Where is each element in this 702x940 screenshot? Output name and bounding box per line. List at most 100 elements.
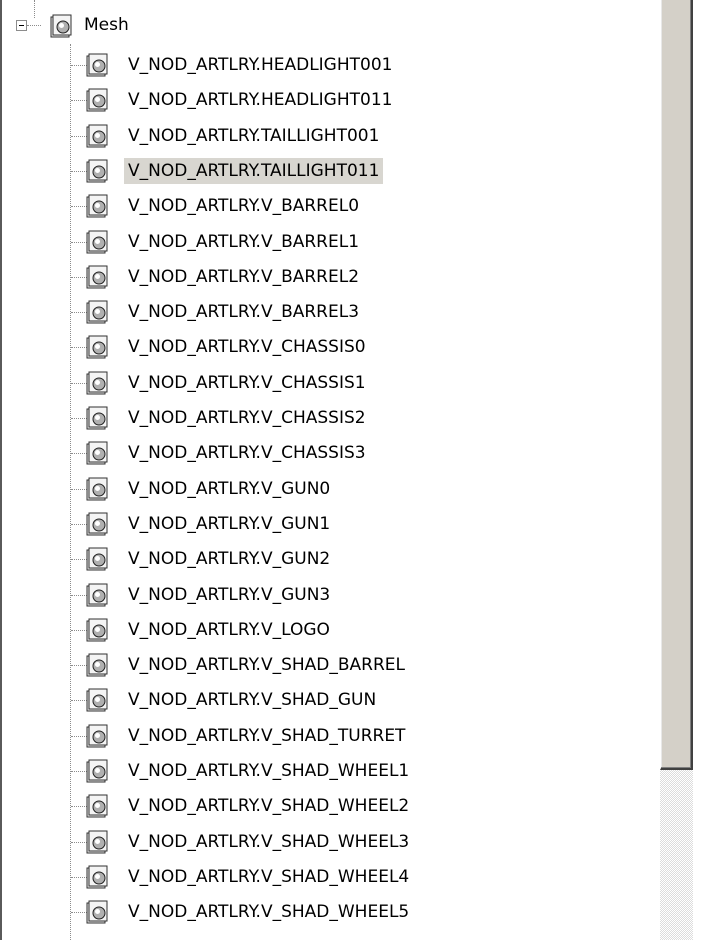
tree-node-mesh-item[interactable]: V_NOD_ARTLRY.V_SHAD_WHEEL5: [2, 895, 642, 929]
tree-node-label[interactable]: V_NOD_ARTLRY.V_SHAD_WHEEL4: [124, 864, 413, 890]
mesh-object-icon: [86, 230, 108, 253]
mesh-object-icon: [86, 124, 108, 148]
tree-branch-line: [71, 665, 87, 667]
tree-branch-line: [71, 488, 87, 490]
tree-node-label[interactable]: V_NOD_ARTLRY.V_SHAD_GUN: [124, 687, 380, 713]
mesh-object-icon: [86, 688, 108, 712]
scrollbar-thumb[interactable]: [660, 0, 693, 770]
mesh-object-icon: [86, 512, 108, 536]
mesh-object-icon: [86, 406, 108, 430]
mesh-object-icon: [86, 53, 108, 77]
tree-node-label[interactable]: V_NOD_ARTLRY.V_CHASSIS2: [124, 405, 370, 431]
mesh-object-icon: [86, 265, 108, 289]
mesh-object-icon: [50, 14, 72, 38]
mesh-object-icon: [86, 477, 108, 501]
tree-branch-line: [71, 771, 87, 772]
tree-branch-line: [71, 594, 87, 596]
tree-branch-line: [71, 700, 87, 702]
tree-node-mesh-item[interactable]: V_NOD_ARTLRY.V_BARREL3: [2, 295, 642, 329]
mesh-object-icon: [86, 653, 108, 677]
tree-node-mesh-item[interactable]: V_NOD_ARTLRY.HEADLIGHT001: [2, 48, 642, 82]
tree-node-mesh-item[interactable]: V_NOD_ARTLRY.V_GUN1: [2, 507, 642, 541]
tree-node-label[interactable]: V_NOD_ARTLRY.HEADLIGHT011: [124, 87, 396, 113]
tree-branch-line: [71, 312, 87, 314]
mesh-object-icon: [86, 865, 108, 889]
tree-branch-line: [71, 100, 87, 102]
tree-node-mesh-item[interactable]: V_NOD_ARTLRY.V_SHAD_WHEEL3: [2, 825, 642, 859]
tree-node-mesh-item[interactable]: V_NOD_ARTLRY.V_SHAD_WHEEL1: [2, 754, 642, 788]
tree-node-label[interactable]: V_NOD_ARTLRY.V_SHAD_BARREL: [124, 652, 409, 678]
vertical-scrollbar[interactable]: [660, 0, 693, 940]
tree-node-label[interactable]: V_NOD_ARTLRY.V_CHASSIS3: [124, 440, 370, 466]
mesh-object-icon: [86, 900, 108, 924]
tree-node-label[interactable]: V_NOD_ARTLRY.V_BARREL3: [124, 299, 363, 325]
tree-node-label[interactable]: V_NOD_ARTLRY.V_GUN3: [124, 582, 334, 608]
tree-node-label[interactable]: V_NOD_ARTLRY.V_CHASSIS0: [124, 334, 370, 360]
mesh-object-icon: [86, 159, 108, 183]
tree-node-mesh-item[interactable]: V_NOD_ARTLRY.V_LOGO: [2, 613, 642, 647]
tree-node-mesh-item[interactable]: V_NOD_ARTLRY.TAILLIGHT011: [2, 154, 642, 188]
mesh-object-icon: [86, 794, 108, 818]
tree-node-mesh-item[interactable]: V_NOD_ARTLRY.V_SHAD_WHEEL2: [2, 789, 642, 823]
tree-node-mesh-item[interactable]: V_NOD_ARTLRY.V_CHASSIS3: [2, 436, 642, 470]
tree-node-mesh-item[interactable]: V_NOD_ARTLRY.V_CHASSIS2: [2, 401, 642, 435]
tree-node-label[interactable]: V_NOD_ARTLRY.V_CHASSIS1: [124, 370, 370, 396]
collapse-toggle-icon[interactable]: [16, 20, 27, 31]
tree-branch-line: [71, 418, 87, 419]
tree-node-label[interactable]: V_NOD_ARTLRY.V_SHAD_WHEEL1: [124, 758, 413, 784]
tree-node-mesh-item[interactable]: V_NOD_ARTLRY.V_SHAD_WHEEL4: [2, 860, 642, 894]
mesh-object-icon: [86, 441, 108, 465]
tree-node-mesh-item[interactable]: V_NOD_ARTLRY.V_GUN0: [2, 472, 642, 506]
tree-node-label[interactable]: V_NOD_ARTLRY.V_BARREL1: [124, 229, 363, 255]
tree-node-mesh-item[interactable]: V_NOD_ARTLRY.TAILLIGHT001: [2, 119, 642, 153]
tree-node-label[interactable]: V_NOD_ARTLRY.V_BARREL2: [124, 264, 363, 290]
adjacent-pane-edge: [693, 0, 702, 940]
mesh-tree-view[interactable]: Mesh V_NOD_ARTLRY.HEADLIGHT001 V_NOD_ARTL…: [2, 0, 660, 940]
tree-node-label[interactable]: V_NOD_ARTLRY.TAILLIGHT001: [124, 123, 383, 149]
mesh-object-icon: [86, 759, 108, 783]
tree-node-label[interactable]: V_NOD_ARTLRY.V_GUN2: [124, 546, 334, 572]
tree-node-label[interactable]: Mesh: [80, 12, 133, 38]
mesh-object-icon: [86, 300, 108, 324]
tree-branch-line: [71, 841, 87, 843]
tree-node-label[interactable]: V_NOD_ARTLRY.V_GUN0: [124, 476, 334, 502]
tree-node-label[interactable]: V_NOD_ARTLRY.V_BARREL0: [124, 193, 363, 219]
tree-node-label[interactable]: V_NOD_ARTLRY.V_SHAD_TURRET: [124, 723, 409, 749]
tree-branch-line: [71, 876, 87, 878]
tree-node-mesh-item[interactable]: V_NOD_ARTLRY.V_GUN3: [2, 578, 642, 612]
tree-node-label[interactable]: V_NOD_ARTLRY.TAILLIGHT011: [124, 157, 384, 184]
tree-node-mesh-item[interactable]: V_NOD_ARTLRY.V_SHAD_TURRET: [2, 719, 642, 753]
tree-node-mesh-item[interactable]: V_NOD_ARTLRY.V_CHASSIS1: [2, 366, 642, 400]
tree-branch-line: [71, 629, 87, 631]
tree-branch-line: [71, 347, 87, 349]
tree-node-mesh-item[interactable]: V_NOD_ARTLRY.V_GUN2: [2, 542, 642, 576]
tree-node-label[interactable]: V_NOD_ARTLRY.V_SHAD_WHEEL3: [124, 829, 413, 855]
tree-node-mesh-item[interactable]: V_NOD_ARTLRY.V_SHAD_GUN: [2, 683, 642, 717]
tree-branch-line: [71, 276, 87, 278]
tree-branch-line: [71, 523, 87, 525]
tree-node-mesh-item[interactable]: V_NOD_ARTLRY.V_BARREL2: [2, 260, 642, 294]
tree-branch-line: [71, 135, 87, 137]
tree-node-mesh-item[interactable]: V_NOD_ARTLRY.V_BARREL0: [2, 189, 642, 223]
tree-node-label[interactable]: V_NOD_ARTLRY.HEADLIGHT001: [124, 52, 396, 78]
tree-branch-line: [71, 559, 87, 561]
tree-branch-line: [71, 206, 87, 208]
tree-branch-line: [71, 806, 87, 808]
tree-node-mesh-item[interactable]: V_NOD_ARTLRY.V_CHASSIS0: [2, 330, 642, 364]
tree-node-mesh-item[interactable]: V_NOD_ARTLRY.V_BARREL1: [2, 225, 642, 259]
tree-node-mesh-item[interactable]: V_NOD_ARTLRY.V_SHAD_BARREL: [2, 648, 642, 682]
tree-node-label[interactable]: V_NOD_ARTLRY.V_SHAD_WHEEL5: [124, 899, 413, 925]
tree-branch-line: [71, 65, 87, 66]
tree-node-label[interactable]: V_NOD_ARTLRY.V_LOGO: [124, 617, 334, 643]
tree-view-window: Mesh V_NOD_ARTLRY.HEADLIGHT001 V_NOD_ARTL…: [0, 0, 702, 940]
mesh-object-icon: [86, 618, 108, 642]
mesh-object-icon: [86, 547, 108, 571]
tree-branch-line: [27, 25, 41, 26]
tree-branch-line: [71, 170, 87, 172]
tree-node-label[interactable]: V_NOD_ARTLRY.V_GUN1: [124, 511, 334, 537]
mesh-object-icon: [86, 830, 108, 854]
tree-node-label[interactable]: V_NOD_ARTLRY.V_SHAD_WHEEL2: [124, 793, 413, 819]
tree-node-mesh-item[interactable]: V_NOD_ARTLRY.HEADLIGHT011: [2, 83, 642, 117]
mesh-object-icon: [86, 194, 108, 218]
tree-node-mesh[interactable]: Mesh: [2, 10, 642, 44]
